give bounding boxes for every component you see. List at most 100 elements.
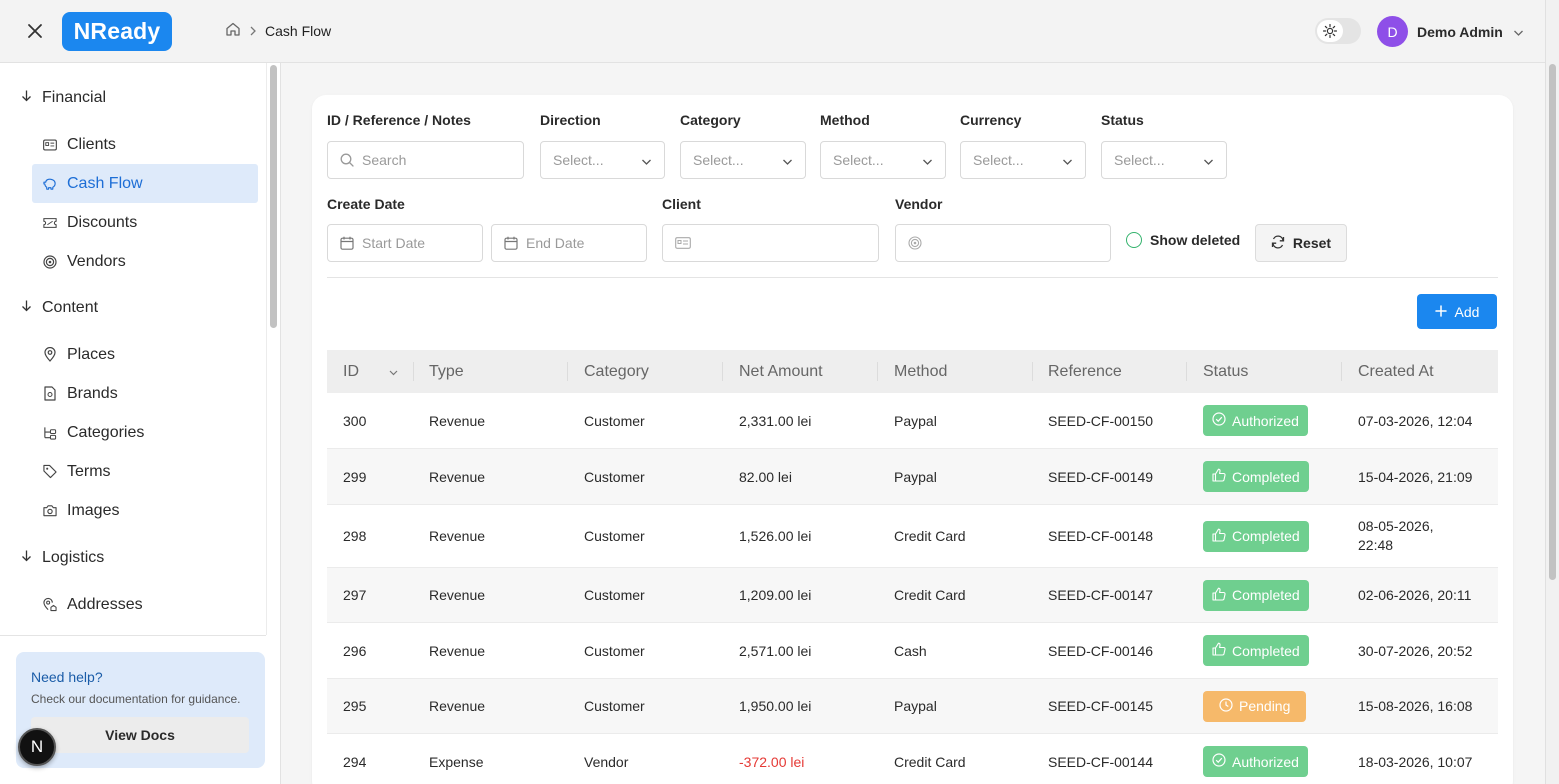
direction-select[interactable]: Select... xyxy=(540,141,665,179)
status-label: Completed xyxy=(1232,528,1300,544)
show-deleted-toggle[interactable]: Show deleted xyxy=(1126,232,1240,248)
sidebar-item-cash-flow[interactable]: Cash Flow xyxy=(32,164,258,203)
tag-icon xyxy=(43,464,57,479)
column-header-status[interactable]: Status xyxy=(1203,350,1248,393)
sidebar-item-places[interactable]: Places xyxy=(32,335,258,374)
sidebar-item-label: Places xyxy=(67,345,116,363)
cell-reference: SEED-CF-00146 xyxy=(1048,642,1154,659)
table-row[interactable]: 295 Revenue Customer 1,950.00 lei Paypal… xyxy=(327,679,1498,734)
select-placeholder: Select... xyxy=(1114,152,1165,168)
clock-icon xyxy=(1219,697,1233,715)
add-button[interactable]: Add xyxy=(1417,294,1497,329)
chevron-down-icon xyxy=(922,153,933,169)
cell-net-amount: 2,571.00 lei xyxy=(739,642,812,659)
calendar-icon xyxy=(340,236,354,250)
table-row[interactable]: 300 Revenue Customer 2,331.00 lei Paypal… xyxy=(327,393,1498,449)
map-pin-icon xyxy=(43,347,57,362)
sidebar-scrollbar[interactable] xyxy=(266,63,280,635)
status-label: Completed xyxy=(1232,468,1300,485)
select-placeholder: Select... xyxy=(693,152,744,168)
target-icon xyxy=(908,236,922,250)
sidebar-group-label: Logistics xyxy=(42,549,105,566)
vendor-select[interactable] xyxy=(895,224,1111,262)
sidebar-item-brands[interactable]: Brands xyxy=(32,374,258,413)
column-header-created-at[interactable]: Created At xyxy=(1358,350,1434,393)
cell-net-amount: 1,209.00 lei xyxy=(739,587,812,603)
cell-method: Cash xyxy=(894,642,927,659)
cash-flow-panel: ID / Reference / Notes Direction Categor… xyxy=(312,95,1513,784)
sidebar-item-addresses[interactable]: Addresses xyxy=(32,585,258,624)
sidebar-item-images[interactable]: Images xyxy=(32,491,258,530)
cell-category: Customer xyxy=(584,698,645,714)
status-label: Authorized xyxy=(1232,412,1299,429)
table-row[interactable]: 299 Revenue Customer 82.00 lei Paypal SE… xyxy=(327,449,1498,505)
sidebar-item-terms[interactable]: Terms xyxy=(32,452,258,491)
start-date-input[interactable]: Start Date xyxy=(327,224,483,262)
top-bar: NReady Cash Flow D Demo Admin xyxy=(0,0,1545,63)
cell-created-at: 07-03-2026, 12:04 xyxy=(1358,412,1473,429)
cell-created-at: 15-08-2026, 16:08 xyxy=(1358,698,1473,714)
reset-button[interactable]: Reset xyxy=(1255,224,1347,262)
help-title: Need help? xyxy=(31,669,103,685)
theme-toggle[interactable] xyxy=(1315,18,1361,44)
end-date-input[interactable]: End Date xyxy=(491,224,647,262)
cell-type: Revenue xyxy=(429,528,486,544)
sidebar-item-discounts[interactable]: Discounts xyxy=(32,203,258,242)
table-row[interactable]: 294 Expense Vendor -372.00 lei Credit Ca… xyxy=(327,734,1498,784)
sidebar-item-clients[interactable]: Clients xyxy=(32,125,258,164)
column-separator xyxy=(1186,362,1187,381)
cell-method: Credit Card xyxy=(894,587,966,603)
cell-type: Revenue xyxy=(429,698,486,714)
sidebar-scrollbar-thumb[interactable] xyxy=(270,65,277,328)
client-select[interactable] xyxy=(662,224,879,262)
cell-created-at: 02-06-2026, 20:11 xyxy=(1358,587,1472,603)
cell-category: Vendor xyxy=(584,753,629,770)
sidebar-item-categories[interactable]: Categories xyxy=(32,413,258,452)
cell-status: Completed xyxy=(1203,449,1309,504)
table-row[interactable]: 296 Revenue Customer 2,571.00 lei Cash S… xyxy=(327,623,1498,679)
status-select[interactable]: Select... xyxy=(1101,141,1227,179)
method-select[interactable]: Select... xyxy=(820,141,946,179)
home-icon[interactable] xyxy=(225,21,241,40)
column-separator xyxy=(413,362,414,381)
sidebar-item-label: Categories xyxy=(67,423,145,441)
search-input[interactable]: Search xyxy=(327,141,524,179)
sidebar-group-label: Content xyxy=(42,299,99,316)
currency-select[interactable]: Select... xyxy=(960,141,1086,179)
table-row[interactable]: 298 Revenue Customer 1,526.00 lei Credit… xyxy=(327,505,1498,568)
view-docs-button[interactable]: View Docs xyxy=(31,717,249,753)
cell-reference: SEED-CF-00147 xyxy=(1048,587,1154,603)
sort-chevron-icon[interactable] xyxy=(389,363,398,381)
column-header-reference[interactable]: Reference xyxy=(1048,350,1122,393)
brand-logo[interactable]: NReady xyxy=(62,12,172,51)
cell-id: 294 xyxy=(343,753,367,770)
column-header-net-amount[interactable]: Net Amount xyxy=(739,350,823,393)
column-header-category[interactable]: Category xyxy=(584,350,649,393)
sidebar-group-content[interactable]: Content xyxy=(20,299,98,317)
arrow-down-icon xyxy=(20,549,33,567)
sidebar-item-vendors[interactable]: Vendors xyxy=(32,242,258,281)
cell-created-at: 08-05-2026, 22:48 xyxy=(1358,505,1468,567)
cell-category: Customer xyxy=(584,468,645,485)
close-icon[interactable] xyxy=(22,18,48,44)
refresh-icon xyxy=(1271,234,1285,252)
table-row[interactable]: 297 Revenue Customer 1,209.00 lei Credit… xyxy=(327,568,1498,623)
sidebar-group-logistics[interactable]: Logistics xyxy=(20,549,104,567)
file-badge-icon xyxy=(43,386,57,401)
column-header-id[interactable]: ID xyxy=(343,350,398,393)
category-select[interactable]: Select... xyxy=(680,141,806,179)
floating-n-button[interactable]: N xyxy=(18,728,56,766)
cell-status: Completed xyxy=(1203,568,1309,622)
category-label: Category xyxy=(680,112,741,128)
create-date-label: Create Date xyxy=(327,196,405,212)
sidebar-group-financial[interactable]: Financial xyxy=(20,89,106,107)
column-header-type[interactable]: Type xyxy=(429,350,464,393)
show-deleted-checkbox[interactable] xyxy=(1126,232,1142,248)
page-scrollbar[interactable] xyxy=(1545,0,1559,784)
cell-reference: SEED-CF-00150 xyxy=(1048,412,1154,429)
page-scrollbar-thumb[interactable] xyxy=(1549,64,1556,580)
user-menu[interactable]: D Demo Admin xyxy=(1377,16,1524,47)
column-header-method[interactable]: Method xyxy=(894,350,947,393)
cell-method: Paypal xyxy=(894,412,937,429)
cell-category: Customer xyxy=(584,587,645,603)
